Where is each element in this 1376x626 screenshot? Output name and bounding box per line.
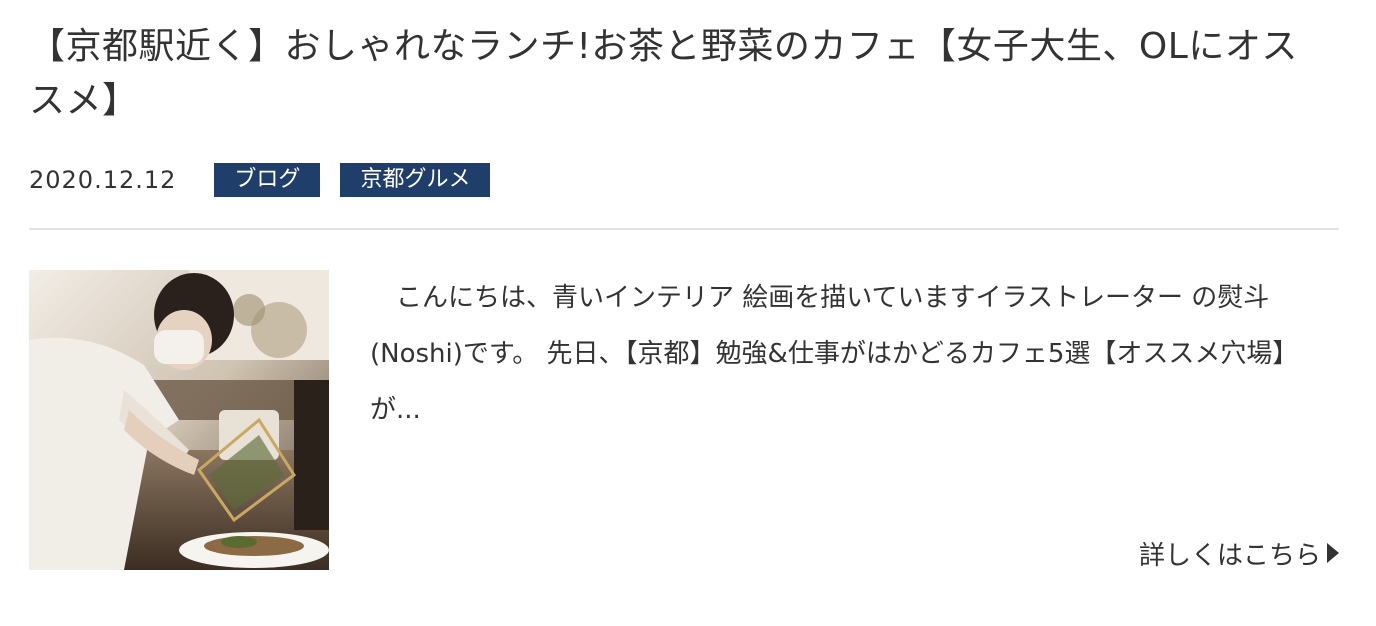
- article-card: 【京都駅近く】おしゃれなランチ!お茶と野菜のカフェ【女子大生、OLにオススメ】 …: [29, 0, 1339, 626]
- triangle-right-icon: [1327, 543, 1339, 563]
- read-more-link[interactable]: 詳しくはこちら: [1139, 533, 1339, 573]
- cafe-staff-photo-icon: [29, 270, 329, 570]
- tag-kyoto-gourmet[interactable]: 京都グルメ: [340, 163, 491, 197]
- post-title[interactable]: 【京都駅近く】おしゃれなランチ!お茶と野菜のカフェ【女子大生、OLにオススメ】: [29, 20, 1319, 128]
- tag-blog[interactable]: ブログ: [214, 163, 321, 197]
- post-date: 2020.12.12: [29, 166, 177, 194]
- read-more-label: 詳しくはこちら: [1138, 540, 1321, 571]
- divider: [29, 228, 1339, 230]
- post-thumbnail[interactable]: [29, 270, 329, 570]
- post-meta: 2020.12.12 ブログ 京都グルメ: [29, 163, 510, 197]
- post-excerpt: こんにちは、青いインテリア 絵画を描いていますイラストレーター の熨斗(Nosh…: [370, 283, 1299, 425]
